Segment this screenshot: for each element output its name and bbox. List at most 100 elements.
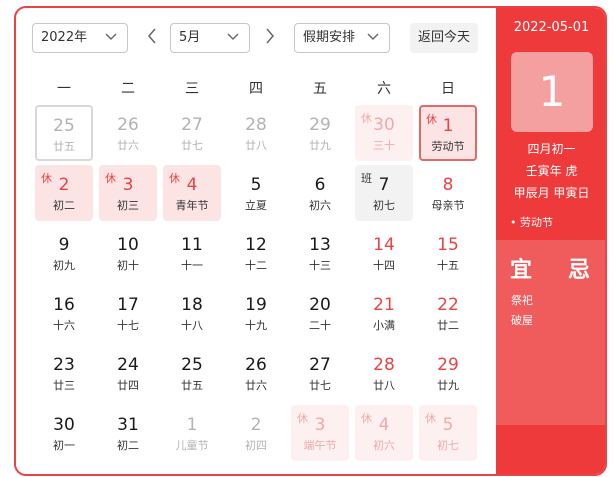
weekday-label: 二: [121, 81, 135, 97]
day-number: 28: [245, 115, 267, 135]
day-cell[interactable]: 休 1 劳动节: [419, 105, 477, 161]
chevron-left-icon: [148, 28, 156, 44]
day-number: 11: [181, 235, 203, 255]
day-number: 22: [437, 295, 459, 315]
lunar-label: 劳动节: [431, 140, 465, 153]
lunar-label: 初二: [53, 199, 75, 212]
day-cell[interactable]: 1 儿童节: [163, 405, 221, 461]
day-number: 28: [373, 355, 395, 375]
day-cell[interactable]: 8 母亲节: [419, 165, 477, 221]
lunar-label: 十三: [309, 259, 331, 272]
day-cell[interactable]: 13 十三: [291, 225, 349, 281]
day-number: 2: [58, 175, 70, 195]
day-cell[interactable]: 休 3 初三: [99, 165, 157, 221]
holiday-select[interactable]: 假期安排: [294, 23, 390, 53]
day-cell[interactable]: 休 4 初六: [355, 405, 413, 461]
yi-ji-section: 宜 忌 祭祀 破屋: [496, 240, 605, 425]
day-number: 6: [314, 175, 326, 195]
lunar-label: 廿二: [437, 319, 459, 332]
lunar-label: 廿九: [437, 379, 459, 392]
yi-label: 宜: [510, 258, 533, 283]
lunar-label: 廿五: [181, 379, 203, 392]
day-cell[interactable]: 6 初六: [291, 165, 349, 221]
day-cell[interactable]: 9 初九: [35, 225, 93, 281]
lunar-label: 十二: [245, 259, 267, 272]
lunar-label: 十六: [53, 319, 75, 332]
day-cell[interactable]: 休 4 青年节: [163, 165, 221, 221]
day-number: 9: [58, 235, 70, 255]
lunar-label: 廿五: [53, 140, 75, 153]
day-cell[interactable]: 12 十二: [227, 225, 285, 281]
day-number: 16: [53, 295, 75, 315]
day-number: 10: [117, 235, 139, 255]
day-number: 3: [122, 175, 134, 195]
year-select[interactable]: 2022年: [32, 23, 128, 53]
day-number: 15: [437, 235, 459, 255]
day-cell[interactable]: 27 廿七: [163, 105, 221, 161]
yi-item: 祭祀: [511, 294, 533, 307]
day-cell[interactable]: 休 5 初七: [419, 405, 477, 461]
day-cell[interactable]: 27 廿七: [291, 345, 349, 401]
day-cell[interactable]: 24 廿四: [99, 345, 157, 401]
day-cell[interactable]: 休 3 端午节: [291, 405, 349, 461]
day-cell[interactable]: 11 十一: [163, 225, 221, 281]
lunar-label: 廿三: [53, 379, 75, 392]
day-number: 23: [53, 355, 75, 375]
day-cell[interactable]: 26 廿六: [99, 105, 157, 161]
day-cell[interactable]: 18 十八: [163, 285, 221, 341]
day-cell[interactable]: 23 廿三: [35, 345, 93, 401]
lunar-label: 十五: [437, 259, 459, 272]
day-cell[interactable]: 28 廿八: [227, 105, 285, 161]
day-cell[interactable]: 20 二十: [291, 285, 349, 341]
day-number: 29: [309, 115, 331, 135]
day-number: 25: [181, 355, 203, 375]
day-cell[interactable]: 26 廿六: [227, 345, 285, 401]
month-select[interactable]: 5月: [170, 23, 250, 53]
day-number: 30: [53, 415, 75, 435]
day-cell[interactable]: 30 初一: [35, 405, 93, 461]
selected-day-number: 1: [511, 52, 593, 132]
day-cell[interactable]: 16 十六: [35, 285, 93, 341]
day-number: 30: [373, 115, 395, 135]
day-cell[interactable]: 5 立夏: [227, 165, 285, 221]
year-select-value: 2022年: [41, 30, 88, 45]
day-cell[interactable]: 29 廿九: [291, 105, 349, 161]
calendar-main: 2022年 5月 假期安排 返回今天 一 二 三 四 五 六 日 25 廿五 2…: [16, 8, 496, 474]
day-cell[interactable]: 14 十四: [355, 225, 413, 281]
chevron-down-icon: [227, 33, 239, 40]
day-cell[interactable]: 班 7 初七: [355, 165, 413, 221]
lunar-label: 初四: [245, 439, 267, 452]
day-number: 3: [314, 415, 326, 435]
day-number: 13: [309, 235, 331, 255]
day-cell[interactable]: 25 廿五: [163, 345, 221, 401]
day-cell[interactable]: 28 廿八: [355, 345, 413, 401]
day-number: 1: [442, 116, 454, 136]
lunar-label: 初二: [117, 439, 139, 452]
day-cell[interactable]: 31 初二: [99, 405, 157, 461]
day-cell[interactable]: 25 廿五: [35, 105, 93, 161]
day-number: 24: [117, 355, 139, 375]
lunar-date: 四月初一: [527, 142, 576, 156]
day-cell[interactable]: 10 初十: [99, 225, 157, 281]
day-number: 17: [117, 295, 139, 315]
prev-month-button[interactable]: [142, 28, 162, 50]
day-cell[interactable]: 17 十七: [99, 285, 157, 341]
chevron-down-icon: [367, 33, 379, 40]
next-month-button[interactable]: [260, 28, 280, 50]
lunar-label: 廿七: [309, 379, 331, 392]
lunar-label: 二十: [309, 319, 331, 332]
day-cell[interactable]: 休 30 三十: [355, 105, 413, 161]
day-cell[interactable]: 19 十九: [227, 285, 285, 341]
day-cell[interactable]: 2 初四: [227, 405, 285, 461]
lunar-label: 廿八: [373, 379, 395, 392]
day-cell[interactable]: 15 十五: [419, 225, 477, 281]
day-number: 26: [117, 115, 139, 135]
return-today-button[interactable]: 返回今天: [410, 23, 478, 53]
lunar-label: 三十: [373, 139, 395, 152]
day-number: 7: [378, 175, 390, 195]
day-cell[interactable]: 21 小满: [355, 285, 413, 341]
day-cell[interactable]: 22 廿二: [419, 285, 477, 341]
day-cell[interactable]: 休 2 初二: [35, 165, 93, 221]
day-cell[interactable]: 29 廿九: [419, 345, 477, 401]
lunar-label: 廿四: [117, 379, 139, 392]
